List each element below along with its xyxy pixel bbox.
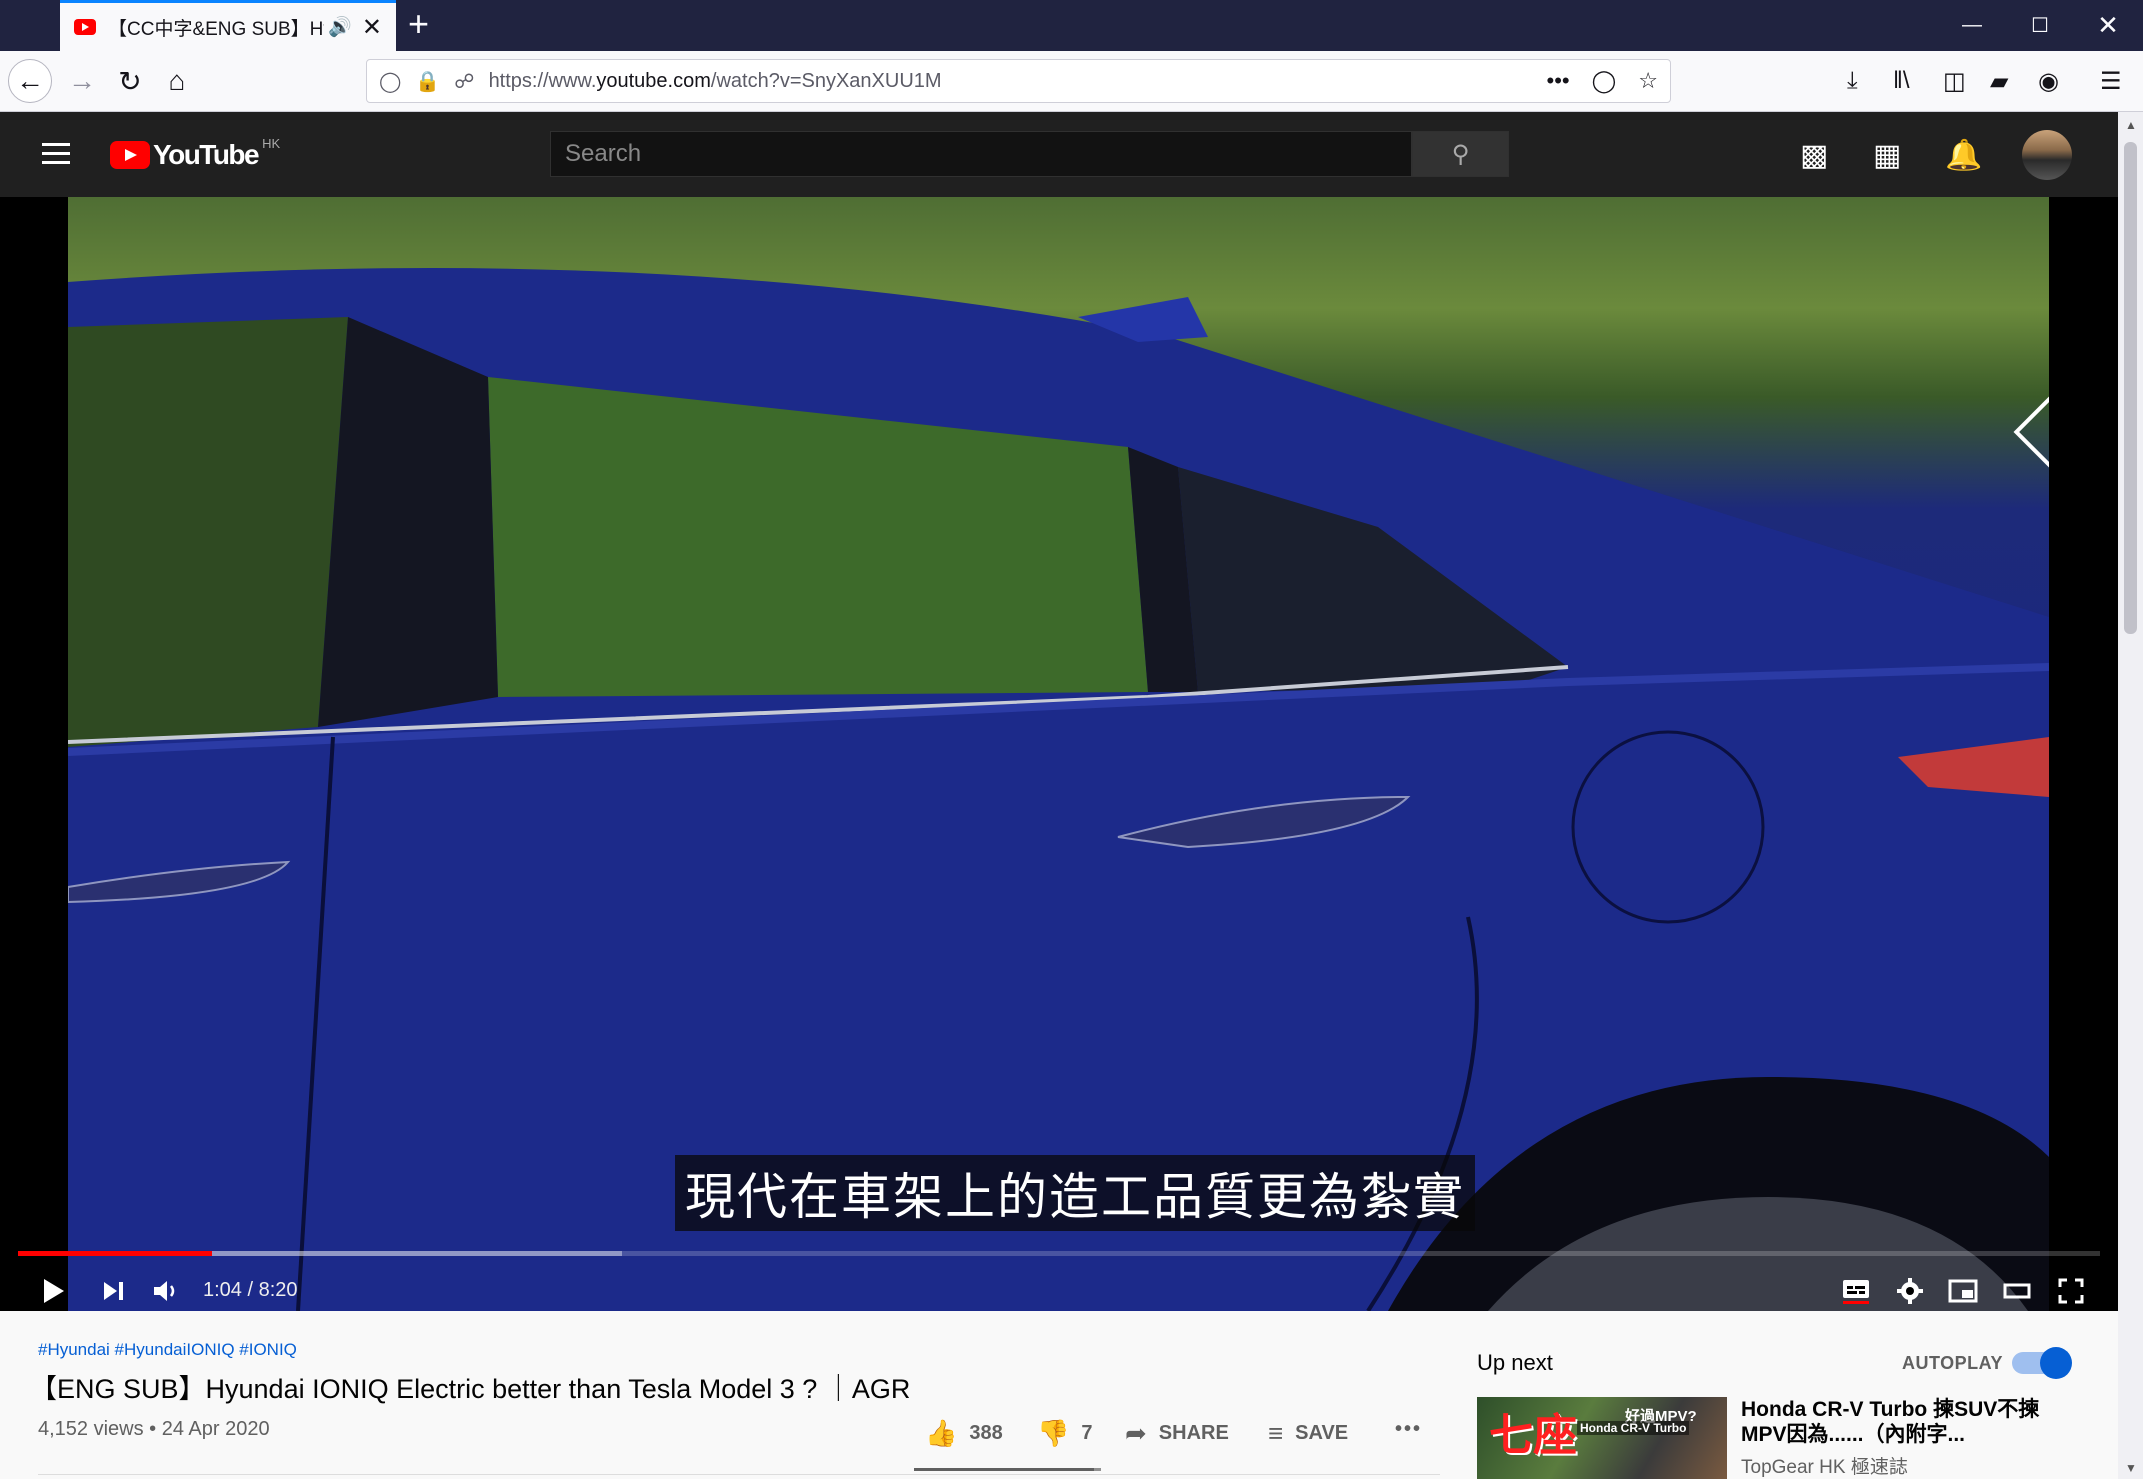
recommended-video-thumbnail[interactable]: 七座 好過MPV? Honda CR-V Turbo <box>1477 1397 1727 1479</box>
browser-tab-strip: 【CC中字&ENG SUB】Hyun 🔊 ✕ + — ☐ ✕ <box>0 0 2143 51</box>
guide-menu-icon[interactable] <box>42 143 70 165</box>
account-icon[interactable]: ◉ <box>2038 67 2059 96</box>
like-count: 388 <box>969 1422 1003 1444</box>
video-frame[interactable] <box>68 197 2049 1311</box>
maximize-icon[interactable]: ☐ <box>2006 0 2074 51</box>
video-views-date: 4,152 views • 24 Apr 2020 <box>38 1418 270 1440</box>
sidebar-icon[interactable]: ◫ <box>1943 67 1966 96</box>
bookmark-star-icon[interactable]: ☆ <box>1638 68 1658 94</box>
home-button[interactable]: ⌂ <box>155 59 199 103</box>
settings-button[interactable] <box>1890 1266 1930 1311</box>
youtube-wordmark: YouTube <box>153 139 260 170</box>
captions-icon <box>1843 1280 1869 1304</box>
library-icon[interactable]: ‖\ <box>1893 67 1910 95</box>
time-display: 1:04 / 8:20 <box>203 1279 298 1301</box>
fullscreen-button[interactable] <box>2051 1266 2091 1311</box>
video-player[interactable]: 現代在車架上的造工品質更為紮實 1:04 / 8:20 <box>0 197 2118 1311</box>
share-arrow-icon: ➦ <box>1125 1418 1147 1448</box>
thumbnail-text-big: 七座 <box>1489 1410 1577 1461</box>
thumbs-up-icon: 👍 <box>925 1418 958 1448</box>
fullscreen-icon <box>2058 1278 2084 1304</box>
scroll-down-icon[interactable]: ▼ <box>2125 1461 2137 1475</box>
permissions-icon[interactable]: ☍ <box>454 69 474 94</box>
shield-icon[interactable]: ◯ <box>379 69 401 94</box>
subtitles-button[interactable] <box>1836 1266 1876 1311</box>
play-button[interactable] <box>36 1266 72 1311</box>
miniplayer-icon <box>1948 1279 1978 1303</box>
autoplay-toggle-knob <box>2040 1347 2072 1379</box>
tab-title: 【CC中字&ENG SUB】Hyun <box>108 18 324 40</box>
youtube-play-logo-icon <box>110 141 150 169</box>
browser-navbar: ← → ↻ ⌂ ◯ 🔒 ☍ https://www.youtube.com/wa… <box>0 51 2143 112</box>
playlist-add-icon: ≡ <box>1268 1418 1284 1448</box>
pocket-icon[interactable]: ◯ <box>1592 68 1617 94</box>
youtube-logo[interactable]: YouTube HK <box>110 135 281 171</box>
save-label: SAVE <box>1295 1422 1349 1444</box>
downloads-icon[interactable]: ⤓ <box>1847 67 1858 95</box>
back-button[interactable]: ← <box>8 59 52 103</box>
progress-bar[interactable] <box>18 1251 2100 1256</box>
new-tab-button[interactable]: + <box>408 6 429 42</box>
like-ratio-bar <box>914 1468 1101 1471</box>
share-label: SHARE <box>1158 1422 1229 1444</box>
gear-icon <box>1897 1278 1923 1304</box>
video-title: 【ENG SUB】Hyundai IONIQ Electric better t… <box>30 1374 911 1404</box>
youtube-favicon-icon <box>74 19 96 35</box>
browser-tab-active[interactable]: 【CC中字&ENG SUB】Hyun 🔊 ✕ <box>60 0 396 51</box>
share-button[interactable]: ➦ SHARE <box>1125 1418 1229 1449</box>
video-subtitle: 現代在車架上的造工品質更為紮實 <box>675 1155 1475 1231</box>
video-hashtags[interactable]: #Hyundai #HyundaiIONIQ #IONIQ <box>38 1340 297 1360</box>
search-icon: ⚲ <box>1451 140 1470 168</box>
autoplay-label: AUTOPLAY <box>1902 1353 2004 1373</box>
volume-icon <box>154 1281 175 1301</box>
volume-button[interactable] <box>148 1266 184 1311</box>
like-ratio-fill <box>914 1468 1094 1471</box>
like-button[interactable]: 👍 388 <box>925 1418 1003 1449</box>
extension-icon[interactable]: ▰ <box>1990 67 2008 96</box>
forward-button[interactable]: → <box>60 59 104 103</box>
dislike-button[interactable]: 👎 7 <box>1037 1418 1093 1449</box>
recommended-video-title[interactable]: Honda CR-V Turbo 揀SUV不揀MPV因為......（內附字..… <box>1741 1397 2041 1447</box>
create-video-icon[interactable]: ▩ <box>1800 138 1828 173</box>
theater-mode-button[interactable] <box>1997 1266 2037 1311</box>
car-side-illustration <box>68 268 2049 1311</box>
divider <box>38 1474 1440 1475</box>
apps-grid-icon[interactable]: ▦ <box>1873 138 1901 173</box>
reload-button[interactable]: ↻ <box>108 59 152 103</box>
search-button[interactable]: ⚲ <box>1412 131 1509 177</box>
close-window-icon[interactable]: ✕ <box>2074 0 2142 51</box>
scrollbar-thumb[interactable] <box>2124 142 2137 634</box>
notifications-bell-icon[interactable]: 🔔 <box>1945 138 1982 173</box>
play-icon <box>44 1279 64 1303</box>
up-next-label: Up next <box>1477 1350 1553 1375</box>
menu-icon[interactable]: ☰ <box>2100 67 2122 96</box>
speaker-icon[interactable]: 🔊 <box>328 15 352 39</box>
url-bar[interactable]: ◯ 🔒 ☍ https://www.youtube.com/watch?v=Sn… <box>366 59 1671 103</box>
progress-played <box>18 1251 212 1256</box>
next-button[interactable] <box>96 1266 132 1311</box>
autoplay-toggle[interactable] <box>2012 1347 2072 1379</box>
save-button[interactable]: ≡ SAVE <box>1268 1418 1348 1449</box>
dislike-count: 7 <box>1081 1422 1093 1444</box>
thumbnail-text-model: Honda CR-V Turbo <box>1577 1421 1690 1435</box>
recommended-video-channel[interactable]: TopGear HK 極速誌 <box>1741 1452 1908 1479</box>
minimize-icon[interactable]: — <box>1938 0 2006 51</box>
thumbs-down-icon: 👎 <box>1037 1418 1070 1448</box>
avatar[interactable] <box>2022 130 2072 180</box>
close-tab-icon[interactable]: ✕ <box>362 13 382 42</box>
theater-icon <box>2003 1283 2031 1299</box>
next-icon <box>104 1282 123 1300</box>
region-code: HK <box>262 135 281 151</box>
miniplayer-button[interactable] <box>1943 1266 1983 1311</box>
scroll-up-icon[interactable]: ▲ <box>2125 118 2137 132</box>
page-actions-icon[interactable]: ••• <box>1547 68 1570 94</box>
more-actions-button[interactable]: ••• <box>1395 1418 1422 1441</box>
page-scrollbar[interactable]: ▲ ▼ <box>2118 112 2143 1479</box>
url-text[interactable]: https://www.youtube.com/watch?v=SnyXanXU… <box>489 70 1525 93</box>
lock-icon[interactable]: 🔒 <box>415 69 440 94</box>
youtube-header: YouTube HK Search ⚲ ▩ ▦ 🔔 <box>0 112 2118 197</box>
search-input[interactable]: Search <box>550 131 1412 177</box>
